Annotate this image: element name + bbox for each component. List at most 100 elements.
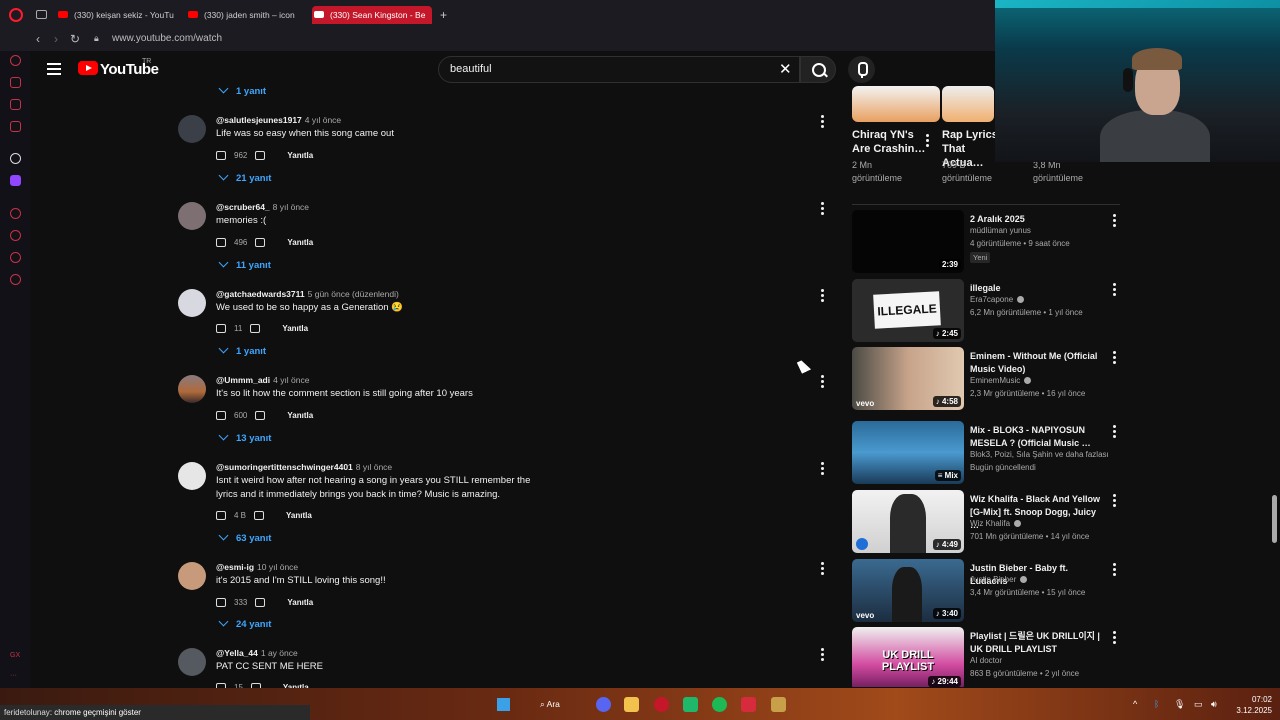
comment-author[interactable]: @sumoringertittenschwinger4401 8 yıl önce [216,462,392,472]
more-options-icon[interactable] [821,289,825,303]
channel-name[interactable]: Wiz Khalifa [970,519,1022,528]
start-icon[interactable] [497,698,510,711]
video-title[interactable]: Eminem - Without Me (Official Music Vide… [970,350,1106,376]
dislike-icon[interactable] [255,238,266,248]
replies-toggle[interactable]: 1 yanıt [218,83,266,97]
video-thumbnail[interactable]: ILLEGALE ♪ 2:45 [852,279,964,342]
replies-toggle[interactable]: 63 yanıt [218,530,271,544]
sidebar-settings-icon[interactable] [10,274,21,285]
forward-icon[interactable]: › [54,32,58,46]
shelf-thumbnail[interactable] [852,86,940,122]
more-options-icon[interactable] [1113,494,1117,509]
voice-search-button[interactable] [848,56,875,83]
more-options-icon[interactable] [821,648,825,662]
clear-search-icon[interactable]: ✕ [779,60,792,78]
reply-button[interactable]: Yanıtla [287,598,313,607]
channel-name[interactable]: Era7capone [970,295,1025,304]
related-video[interactable]: ILLEGALE ♪ 2:45 illegale Era7capone 6,2 … [852,279,1122,343]
reply-button[interactable]: Yanıtla [282,324,308,333]
video-title[interactable]: Playlist | 드릴은 UK DRILL이지 | UK DRILL PLA… [970,630,1106,656]
sidebar-twitch-icon[interactable] [10,175,21,186]
sidebar-history-icon[interactable] [10,230,21,241]
reply-button[interactable]: Yanıtla [287,411,313,420]
video-thumbnail[interactable]: ♪ 4:49 [852,490,964,553]
like-icon[interactable] [216,151,226,161]
microphone-icon[interactable]: 🎙︎ [1174,699,1185,710]
related-video[interactable]: 2:39 2 Aralık 2025 müdlüman yunus 4 görü… [852,210,1122,274]
channel-name[interactable]: müdlüman yunus [970,226,1031,235]
avatar[interactable] [178,375,206,403]
opera-logo-icon[interactable] [9,8,23,22]
opera-gx-icon[interactable] [654,697,669,712]
avatar[interactable] [178,202,206,230]
video-thumbnail[interactable]: UK DRILL PLAYLIST ♪ 29:44 [852,627,964,687]
video-thumbnail[interactable]: ≡ Mix [852,421,964,484]
back-icon[interactable]: ‹ [36,32,40,46]
avatar[interactable] [178,648,206,676]
browser-tab-3-active[interactable]: (330) Sean Kingston - Be [312,6,432,24]
like-icon[interactable] [216,511,226,521]
spotify-icon[interactable] [712,697,727,712]
like-icon[interactable] [216,598,226,608]
more-options-icon[interactable] [1113,283,1117,298]
channel-name[interactable]: EminemMusic [970,376,1032,385]
comment-author[interactable]: @esmi-ig 10 yıl önce [216,562,298,572]
related-video[interactable]: UK DRILL PLAYLIST ♪ 29:44 Playlist | 드릴은… [852,627,1122,687]
channel-name[interactable]: Blok3, Poizi, Sıla Şahin ve daha fazlası [970,450,1109,459]
tab-island-icon[interactable] [36,10,47,19]
chevron-up-icon[interactable]: ^ [1133,699,1137,709]
discord-icon[interactable] [596,697,611,712]
search-input[interactable]: beautiful ✕ [438,56,800,83]
bluetooth-icon[interactable]: ᛒ [1154,699,1159,709]
more-options-icon[interactable] [1113,214,1117,229]
sidebar-more-icon[interactable]: ··· [10,672,17,679]
dislike-icon[interactable] [250,324,261,334]
more-options-icon[interactable] [821,115,825,129]
shelf-title[interactable]: Chiraq YN's Are Crashin… [852,128,932,156]
video-title[interactable]: illegale [970,282,1106,295]
channel-name[interactable]: Justin Bieber [970,575,1028,584]
app-icon[interactable] [741,697,756,712]
more-options-icon[interactable] [1113,351,1117,366]
reply-button[interactable]: Yanıtla [287,151,313,160]
browser-tab-1[interactable]: (330) keişan sekiz - YouTu [56,6,176,24]
replies-toggle[interactable]: 24 yanıt [218,616,271,630]
display-icon[interactable]: ▭ [1194,699,1203,710]
url-field[interactable]: www.youtube.com/watch [112,33,222,44]
dislike-icon[interactable] [255,151,266,161]
sidebar-player-icon[interactable] [10,208,21,219]
browser-tab-2[interactable]: (330) jaden smith – icon [186,6,306,24]
reply-button[interactable]: Yanıtla [286,511,312,520]
reload-icon[interactable]: ↻ [70,32,80,46]
like-icon[interactable] [216,238,226,248]
new-tab-button[interactable]: + [440,8,447,22]
sidebar-gx-label[interactable]: GX [10,652,20,659]
volume-icon[interactable]: 🔊︎ [1211,699,1217,710]
taskbar-search[interactable]: ⌕ Ara [540,699,560,710]
avatar[interactable] [178,462,206,490]
search-query[interactable]: beautiful [450,63,492,75]
dislike-icon[interactable] [255,598,266,608]
replies-toggle[interactable]: 11 yanıt [218,257,271,271]
video-title[interactable]: 2 Aralık 2025 [970,213,1106,226]
sidebar-news-icon[interactable] [10,121,21,132]
replies-toggle[interactable]: 1 yanıt [218,343,266,357]
more-options-icon[interactable] [821,562,825,576]
more-options-icon[interactable] [821,462,825,476]
sidebar-shop-icon[interactable] [10,77,21,88]
file-explorer-icon[interactable] [624,697,639,712]
dislike-icon[interactable] [255,411,266,421]
search-button[interactable] [800,56,836,83]
comment-author[interactable]: @Yella_44 1 ay önce [216,648,298,658]
video-thumbnail[interactable]: 2:39 [852,210,964,273]
like-icon[interactable] [216,324,226,334]
shelf-thumbnail[interactable] [942,86,994,122]
sidebar-chat-icon[interactable] [10,99,21,110]
comment-author[interactable]: @salutlesjeunes1917 4 yıl önce [216,115,341,125]
scrollbar-thumb[interactable] [1272,495,1277,543]
replies-toggle[interactable]: 13 yanıt [218,430,271,444]
related-video[interactable]: ≡ Mix Mix - BLOK3 - NAPIYOSUN MESELA ? (… [852,421,1122,485]
more-options-icon[interactable] [1113,563,1117,578]
replies-toggle[interactable]: 21 yanıt [218,170,271,184]
more-options-icon[interactable] [821,202,825,216]
